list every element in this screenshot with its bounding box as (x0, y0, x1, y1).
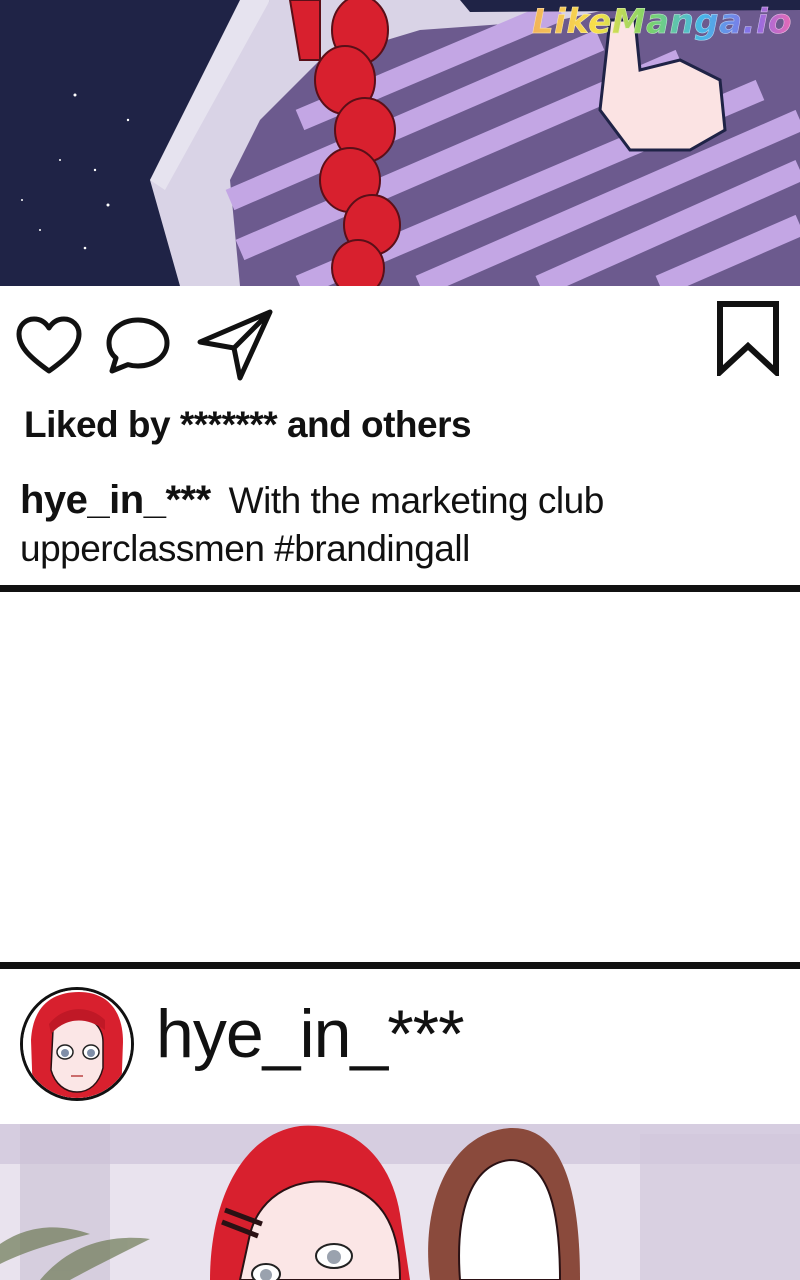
post-photo-top: LikeManga.io (0, 0, 800, 286)
post-divider (0, 585, 800, 592)
photo-illustration (0, 0, 800, 286)
post-photo-bottom (0, 1124, 800, 1280)
post-username[interactable]: hye_in_*** (156, 995, 465, 1073)
paper-plane-icon[interactable] (196, 308, 274, 382)
watermark-logo: LikeManga.io (532, 2, 792, 43)
heart-icon[interactable] (16, 316, 82, 376)
action-bar (0, 286, 800, 396)
post-caption: hye_in_*** With the marketing club upperc… (20, 476, 720, 573)
comment-bubble-icon[interactable] (104, 316, 172, 376)
photo-illustration (0, 1124, 800, 1280)
post-divider (0, 962, 800, 969)
profile-avatar[interactable] (20, 987, 134, 1101)
caption-username[interactable]: hye_in_*** (20, 478, 211, 522)
blank-gap (0, 592, 800, 962)
bookmark-icon[interactable] (716, 300, 780, 376)
post-2-header: hye_in_*** (0, 969, 800, 1124)
likes-summary[interactable]: Liked by ******* and others (24, 404, 472, 446)
post-1-body: Liked by ******* and others hye_in_*** Wi… (0, 286, 800, 586)
avatar-illustration (23, 990, 131, 1098)
